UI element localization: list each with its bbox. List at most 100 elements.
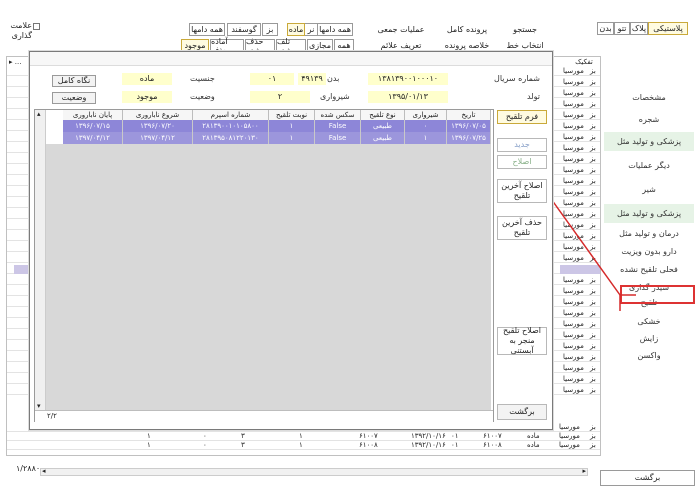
bg-row-herd: بز (590, 331, 596, 339)
tab-all-herds[interactable]: همه دامها (189, 23, 225, 36)
grid-col-header[interactable]: نوبت تلقیح (269, 110, 315, 120)
bg-row-type: مورسیا (563, 331, 584, 339)
main-back-button[interactable]: برگشت (600, 470, 695, 486)
bg-row-herd: بز (590, 353, 596, 361)
mark-label: علامت گذاری (10, 21, 32, 40)
bg-bottom-cell: بز (590, 441, 596, 449)
insem-form-tab[interactable]: فرم تلقیح (497, 110, 547, 124)
grid-cell: ۱ (269, 120, 315, 132)
bg-bottom-cell: ۱ (147, 432, 151, 440)
tab-tattoo[interactable]: تتو (614, 22, 630, 35)
bg-row-type: مورسیا (563, 320, 584, 328)
edit-last-button[interactable]: اصلاح آخرین تلقیح (497, 179, 547, 203)
status-button[interactable]: وضعیت (52, 92, 96, 104)
side-nav-item[interactable]: پزشکی و تولید مثل (604, 132, 694, 151)
scroll-down-icon[interactable]: ▾ (37, 402, 41, 410)
edit-abortion-button[interactable]: اصلاح تلقیح منجر به آبستنی (497, 326, 547, 355)
bg-row-herd: بز (590, 133, 596, 141)
tab-goat[interactable]: بز (262, 23, 278, 36)
bg-horizontal-scrollbar[interactable]: ◂ ▸ (40, 467, 588, 476)
tab-group-ops[interactable]: عملیات جمعی (375, 23, 427, 36)
bg-row-type: مورسیا (563, 89, 584, 97)
grid-footer: ۲/۲ (35, 410, 493, 422)
tab-search[interactable]: جستجو (505, 23, 545, 36)
dialog-back-button[interactable]: برگشت (497, 404, 547, 420)
edit-button[interactable]: اصلاح (497, 155, 547, 169)
dialog-info: شماره سریال ۱۳۸۱۳۹۰۰۱۰۰۰۱۰ بدن ۴۹۱۳۹ ۰۱ … (38, 70, 546, 108)
grid-col-header[interactable]: شماره اسپرم (193, 110, 269, 120)
bg-bottom-cell: بز (590, 423, 596, 431)
grid-col-header[interactable]: نوع تلقیح (361, 110, 405, 120)
scroll-up-icon[interactable]: ▴ (37, 110, 41, 118)
grid-col-header[interactable]: پایان ناباروری (63, 110, 123, 120)
grid-col-header[interactable]: سکس شده (315, 110, 361, 120)
dialog-titlebar[interactable] (30, 52, 552, 66)
grid-cell: ۱ (269, 132, 315, 144)
full-view-button[interactable]: نگاه کامل (52, 75, 96, 87)
tab-male[interactable]: نر (304, 23, 318, 36)
bg-row-herd: بز (590, 100, 596, 108)
birth-value: ۱۳۹۵/۰۱/۱۳ (368, 91, 448, 103)
new-button[interactable]: جدید (497, 138, 547, 152)
mark-checkbox[interactable] (33, 23, 40, 30)
grid-cell: ۱۳۹۶/۰۷/۲۰ (123, 120, 193, 132)
scroll-left-icon[interactable]: ◂ (42, 467, 46, 475)
bg-row-type: مورسیا (563, 155, 584, 163)
tab-full-file[interactable]: پرونده کامل (442, 23, 492, 36)
birth-label: تولد (527, 92, 540, 101)
scroll-right-icon[interactable]: ▸ (582, 467, 586, 475)
grid-cell: ۱۳۹۶/۰۷/۱۵ (63, 120, 123, 132)
bg-row-type: مورسیا (563, 342, 584, 350)
grid-cell: ۱۳۹۶/۰۷/۲۵ (447, 132, 491, 144)
bg-row-herd: بز (590, 320, 596, 328)
grid-vertical-scrollbar[interactable]: ▴ ▾ (35, 110, 46, 410)
bg-bottom-cell: ۶۱۰۰۷ (483, 432, 502, 440)
side-nav-item[interactable]: مشخصات (604, 88, 694, 107)
body-label: بدن (327, 74, 340, 83)
tab-plastic[interactable]: پلاستیکی (648, 22, 688, 35)
side-nav-item[interactable]: دیگر عملیات (604, 156, 694, 175)
side-nav-item[interactable]: واکسن (604, 346, 694, 365)
bg-bottom-cell: ۱۳۹۲/۱۰/۱۶ (411, 432, 446, 440)
grid-row[interactable]: ۱۳۹۶/۰۷/۲۵ ۱ طبیعی False ۱ ۲۸۱۳۹۵۰۸۱۲۲۰۱۳۰ ۱۳۹… (63, 132, 491, 144)
bg-row-type: مورسیا (563, 144, 584, 152)
grid-row[interactable]: ۱۳۹۶/۰۷/۰۵ ۰ طبیعی False ۱ ۲۸۱۳۹۰۰۱۰۱۰۵۸۰۰ ۱۳۹… (63, 120, 491, 132)
grid-col-header[interactable]: شیرواری (405, 110, 447, 120)
bg-bottom-cell: ۱ (299, 432, 303, 440)
grid-col-header[interactable]: تاریخ (447, 110, 491, 120)
grid-footer-count: ۲/۲ (47, 412, 57, 420)
bg-row-type: مورسیا (563, 122, 584, 130)
lactation-value: ۲ (250, 91, 310, 103)
tab-female[interactable]: ماده (287, 23, 305, 36)
bg-row-herd: بز (590, 111, 596, 119)
bg-bottom-cell: مورسیا (559, 423, 580, 431)
bg-row-herd: بز (590, 375, 596, 383)
bg-bottom-cell: ۶۱۰۰۸ (359, 441, 378, 449)
bg-row-type: مورسیا (563, 386, 584, 394)
bg-bottom-cell: ۱ (299, 441, 303, 449)
bg-bottom-cell: ۳ (241, 432, 245, 440)
bg-bottom-cell: ۰ (203, 441, 207, 449)
grid-cell: ۰ (405, 120, 447, 132)
bg-bottom-row[interactable]: بز مورسیا ماده ۶۱۰۰۷ ۰۱ ۱۳۹۲/۱۰/۱۶ ۶۱۰۰۷ ۱ ۳ ۰ ۱ (7, 432, 600, 441)
bg-row-herd: بز (590, 89, 596, 97)
bg-row-herd: بز (590, 67, 596, 75)
tab-pelak[interactable]: پلاک (630, 22, 648, 35)
bg-bottom-row[interactable]: بز مورسیا ماده ۶۱۰۰۸ ۰۱ ۱۳۹۲/۱۰/۱۶ ۶۱۰۰۸ ۱ ۳ ۰ ۱ (7, 441, 600, 450)
grid-cell: ۱۳۹۶/۰۷/۰۵ (447, 120, 491, 132)
tab-badan[interactable]: بدن (597, 22, 614, 35)
tab-sheep[interactable]: گوسفند (227, 23, 261, 36)
side-nav-item[interactable]: شجره (604, 110, 694, 129)
tab-all-herds-2[interactable]: همه دامها (317, 23, 353, 36)
grid-col-header[interactable]: شروع ناباروری (123, 110, 193, 120)
grid-cell: ۲۸۱۳۹۰۰۱۰۱۰۵۸۰۰ (193, 120, 269, 132)
bg-bottom-cell: ۱۳۹۲/۱۰/۱۶ (411, 441, 446, 449)
status-value: موجود (122, 91, 172, 103)
serial-label: شماره سریال (494, 74, 540, 83)
bg-row-type: مورسیا (563, 100, 584, 108)
grid-cell: ۱۳۹۷/۰۴/۱۲ (123, 132, 193, 144)
bg-row-herd: بز (590, 342, 596, 350)
grid-header: تاریخ شیرواری نوع تلقیح سکس شده نوبت تلقیح شم… (63, 110, 491, 120)
delete-last-button[interactable]: حذف آخرین تلقیح (497, 216, 547, 240)
insemination-grid[interactable]: تاریخ شیرواری نوع تلقیح سکس شده نوبت تلقیح شم… (34, 109, 494, 422)
